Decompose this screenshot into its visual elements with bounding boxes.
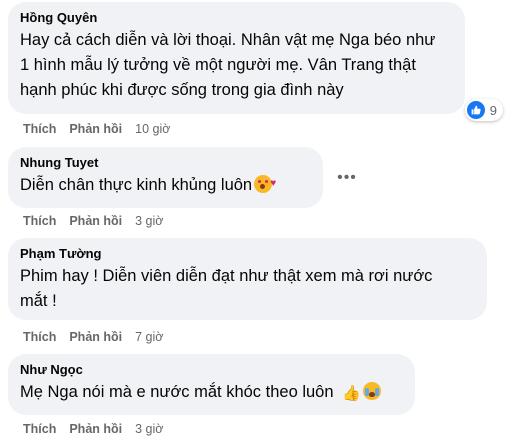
like-button[interactable]: Thích xyxy=(23,122,56,136)
comment-text-line: hạnh phúc khi được sống trong gia đình n… xyxy=(20,81,344,99)
like-button[interactable]: Thích xyxy=(23,330,56,344)
comment-text: Mẹ Nga nói mà e nước mắt khóc theo luôn … xyxy=(20,380,403,406)
reply-button[interactable]: Phản hồi xyxy=(69,122,122,136)
comment-actions: Thích Phản hồi 7 giờ xyxy=(23,330,176,344)
comment-1: Hồng Quyên Hay cả cách diễn và lời thoại… xyxy=(8,2,503,121)
comment-text: Phim hay ! Diễn viên diễn đạt như thật x… xyxy=(20,264,475,314)
thumbs-up-icon: 👍 xyxy=(342,385,361,402)
comment-text-line: 1 hình mẫu lý tưởng về một người mẹ. Vân… xyxy=(20,56,416,74)
comment-text: Hay cả cách diễn và lời thoại. Nhân vật … xyxy=(20,28,453,103)
more-options-icon[interactable]: ••• xyxy=(335,166,359,190)
comment-timestamp[interactable]: 3 giờ xyxy=(135,422,163,436)
comment-text-line: Diễn chân thực kinh khủng luôn xyxy=(20,176,253,194)
comment-text: Diễn chân thực kinh khủng luôn xyxy=(20,171,311,198)
comment-bubble: Nhung Tuyet Diễn chân thực kinh khủng lu… xyxy=(8,147,323,208)
comment-timestamp[interactable]: 10 giờ xyxy=(135,122,170,136)
comment-timestamp[interactable]: 3 giờ xyxy=(135,214,163,228)
crying-face-icon xyxy=(362,382,381,400)
comment-text-line: mắt ! xyxy=(20,292,57,310)
comment-author[interactable]: Phạm Tường xyxy=(20,246,475,262)
reply-button[interactable]: Phản hồi xyxy=(69,330,122,344)
smiling-face-with-hearts-icon xyxy=(254,171,276,196)
comment-bubble: Phạm Tường Phim hay ! Diễn viên diễn đạt… xyxy=(8,238,487,320)
comment-author[interactable]: Hồng Quyên xyxy=(20,10,453,26)
reaction-summary[interactable]: 9 xyxy=(464,99,503,121)
comment-2: Nhung Tuyet Diễn chân thực kinh khủng lu… xyxy=(8,147,323,208)
comment-bubble: Hồng Quyên Hay cả cách diễn và lời thoại… xyxy=(8,2,503,121)
comment-author[interactable]: Như Ngọc xyxy=(20,362,403,378)
comment-actions: Thích Phản hồi 3 giờ xyxy=(23,214,176,228)
comment-actions: Thích Phản hồi 10 giờ xyxy=(23,122,183,136)
comment-3: Phạm Tường Phim hay ! Diễn viên diễn đạt… xyxy=(8,238,487,320)
comment-text-line: Phim hay ! Diễn viên diễn đạt như thật x… xyxy=(20,267,433,285)
like-button[interactable]: Thích xyxy=(23,214,56,228)
reply-button[interactable]: Phản hồi xyxy=(69,214,122,228)
comment-bubble: Như Ngọc Mẹ Nga nói mà e nước mắt khóc t… xyxy=(8,354,415,415)
comment-actions: Thích Phản hồi 3 giờ xyxy=(23,422,176,436)
like-icon xyxy=(466,101,485,119)
reply-button[interactable]: Phản hồi xyxy=(69,422,122,436)
comment-text-line: Hay cả cách diễn và lời thoại. Nhân vật … xyxy=(20,31,436,49)
comment-text-line: Mẹ Nga nói mà e nước mắt khóc theo luôn xyxy=(20,383,334,401)
reaction-count: 9 xyxy=(489,102,497,118)
like-button[interactable]: Thích xyxy=(23,422,56,436)
comment-author[interactable]: Nhung Tuyet xyxy=(20,155,311,171)
comment-4: Như Ngọc Mẹ Nga nói mà e nước mắt khóc t… xyxy=(8,354,415,415)
comment-timestamp[interactable]: 7 giờ xyxy=(135,330,163,344)
